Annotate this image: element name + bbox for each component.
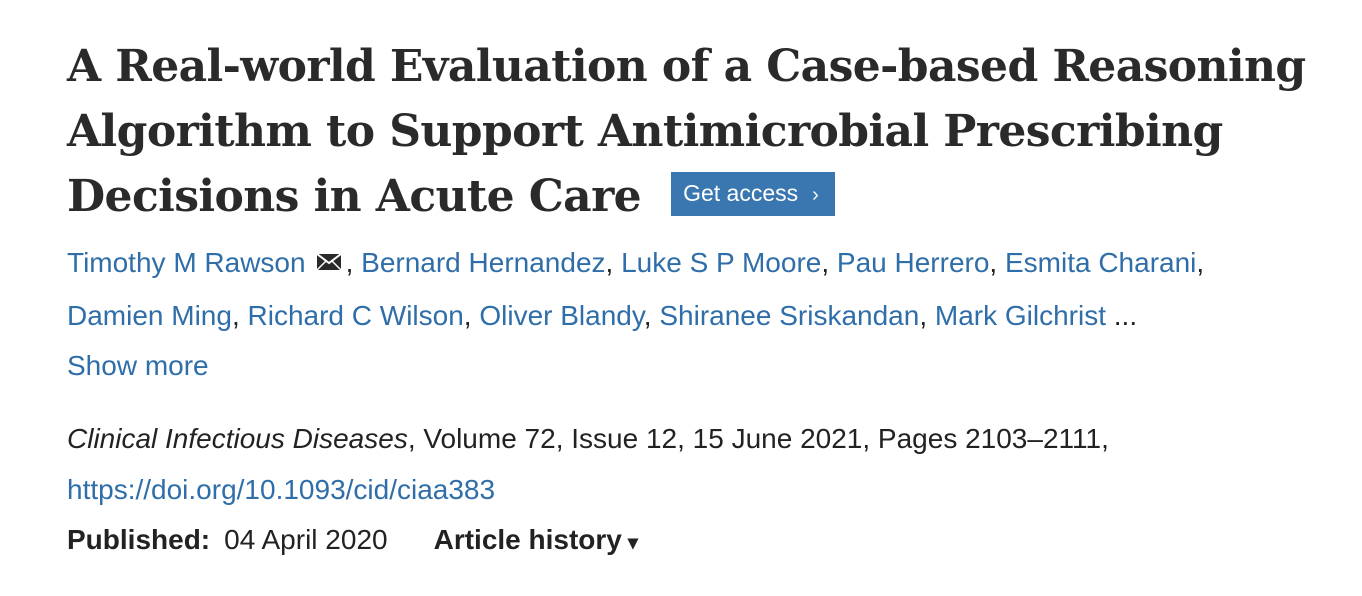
author-sep: , [1196,247,1205,278]
citation: Clinical Infectious Diseases, Volume 72,… [67,413,1347,515]
authors-ellipsis: ... [1106,300,1138,332]
article-history-label: Article history [433,524,622,556]
author-link[interactable]: Timothy M Rawson [67,247,306,278]
envelope-icon[interactable] [315,236,342,287]
published-date: 04 April 2020 [224,524,388,556]
show-more-link[interactable]: Show more [67,341,1347,391]
author-sep: , [919,300,935,332]
title-line-2: Algorithm to Support Antimicrobial Presc… [67,106,1223,157]
get-access-label: Get access [683,179,799,206]
title-line-1: A Real-world Evaluation of a Case-based … [67,41,1306,92]
title-line-3: Decisions in Acute Care Get access › [67,164,1347,229]
author-link[interactable]: Mark Gilchrist [935,300,1106,331]
author-link[interactable]: Bernard Hernandez [361,247,605,278]
caret-down-icon: ▾ [627,532,638,555]
published-label: Published: [67,524,211,556]
author-sep: , [989,247,1005,278]
author-sep: , [345,247,362,278]
author-link[interactable]: Shiranee Sriskandan [659,300,919,331]
citation-details: , Volume 72, Issue 12, 15 June 2021, Pag… [407,423,1109,455]
author-sep: , [231,300,248,332]
article-title: A Real-world Evaluation of a Case-based … [67,34,1347,229]
author-sep: , [605,247,622,278]
article-history-toggle[interactable]: Article history ▾ [434,524,638,555]
title-line-3-text: Decisions in Acute Care [67,171,642,222]
article-header: A Real-world Evaluation of a Case-based … [67,34,1347,568]
get-access-button[interactable]: Get access › [671,171,835,216]
author-link[interactable]: Luke S P Moore [621,247,821,278]
author-link[interactable]: Damien Ming [67,300,232,331]
author-link[interactable]: Oliver Blandy [479,300,643,331]
author-sep: , [643,300,660,332]
author-link[interactable]: Richard C Wilson [248,300,464,331]
doi-link[interactable]: https://doi.org/10.1093/cid/ciaa383 [67,464,1347,515]
author-list: Timothy M Rawson, Bernard Hernandez, Luk… [67,237,1347,391]
chevron-right-icon: › [812,183,819,206]
author-link[interactable]: Pau Herrero [837,247,990,278]
author-sep: , [463,300,480,332]
journal-name: Clinical Infectious Diseases [67,423,408,455]
author-sep: , [821,247,837,278]
author-link[interactable]: Esmita Charani [1005,247,1196,278]
publication-info: Published: 04 April 2020 Article history ▾ [67,515,1347,568]
